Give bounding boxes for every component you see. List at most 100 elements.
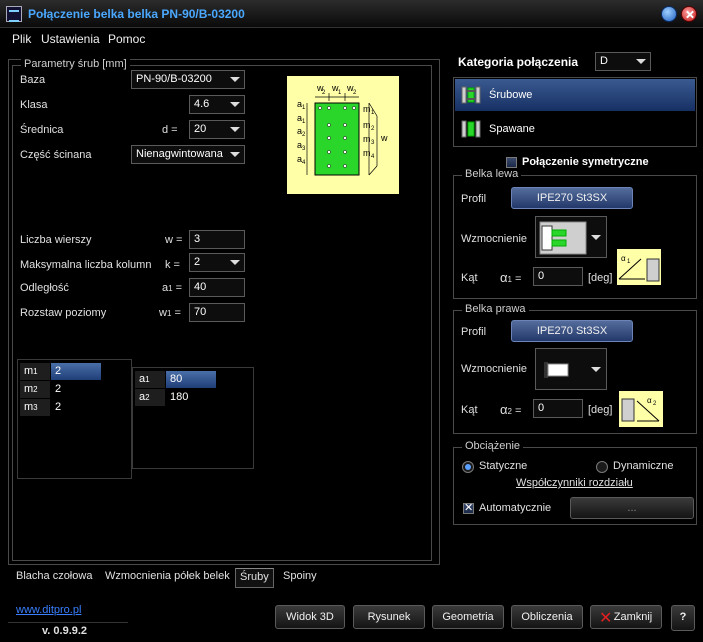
chevron-down-icon: [230, 260, 240, 265]
menu-plik[interactable]: Plik: [12, 32, 31, 46]
auto-settings-button[interactable]: ...: [570, 497, 694, 519]
m-table-cell[interactable]: 2: [51, 363, 101, 380]
title-bar: Połączenie belka belka PN-90/B-03200: [0, 0, 703, 28]
menu-bar: Plik Ustawienia Pomoc: [0, 28, 703, 48]
svg-text:3: 3: [302, 146, 306, 152]
menu-pomoc[interactable]: Pomoc: [108, 32, 145, 46]
help-button[interactable]: ?: [671, 605, 695, 631]
diagram-label-m1: m: [363, 104, 371, 114]
wzmocnienie-left-select[interactable]: [535, 216, 607, 258]
obliczenia-button[interactable]: Obliczenia: [511, 605, 583, 629]
wiersze-label: Liczba wierszy: [20, 234, 92, 246]
automatycznie-label: Automatycznie: [479, 502, 552, 514]
m-table-cell[interactable]: 2: [51, 399, 101, 416]
m-table[interactable]: m1 2 m2 2 m3 2: [17, 359, 132, 479]
profil-right-label: Profil: [461, 326, 487, 338]
chevron-down-icon: [591, 235, 601, 240]
wiersze-input[interactable]: 3: [189, 230, 245, 249]
dynamiczne-label: Dynamiczne: [613, 460, 674, 472]
geometria-button[interactable]: Geometria: [432, 605, 504, 629]
zamknij-label: Zamknij: [613, 611, 653, 623]
srednica-symbol: d =: [162, 124, 178, 136]
m-table-header: m2: [20, 381, 50, 398]
wzmocnienie-right-select[interactable]: [535, 348, 607, 390]
dynamiczne-radio[interactable]: [596, 461, 608, 473]
czesc-label: Część ścinana: [20, 149, 92, 161]
angle-right-diagram: α2: [619, 391, 663, 427]
widok-3d-button[interactable]: Widok 3D: [275, 605, 345, 629]
a-table-header: a1: [135, 371, 165, 388]
srednica-select[interactable]: 20: [189, 120, 245, 139]
kat-left-unit: [deg]: [588, 272, 613, 284]
svg-text:1: 1: [302, 119, 306, 125]
odleglosc-symbol: a1 =: [162, 282, 183, 294]
obciazenie-group: Obciążenie Statyczne Dynamiczne Współczy…: [453, 440, 697, 525]
czesc-select[interactable]: Nienagwintowana: [131, 145, 245, 164]
chevron-down-icon: [230, 102, 240, 107]
category-select[interactable]: D: [595, 52, 651, 71]
obciazenie-title: Obciążenie: [462, 440, 524, 452]
tab-wzmocnienia[interactable]: Wzmocnienia półek belek: [105, 570, 230, 582]
stiffener-icon: [539, 221, 587, 255]
klasa-select[interactable]: 4.6: [189, 95, 245, 114]
version-label: v. 0.9.9.2: [8, 622, 128, 639]
angle-right-sub: 2: [653, 401, 657, 407]
angle-left-diagram: α1: [617, 249, 661, 285]
connection-type-list: Śrubowe Spawane: [453, 77, 697, 147]
angle-left-symbol: α: [621, 254, 626, 263]
symmetric-checkbox[interactable]: [506, 157, 517, 168]
a-table[interactable]: a1 80 a2 180: [132, 367, 254, 469]
odleglosc-input[interactable]: 40: [189, 278, 245, 297]
m-table-cell[interactable]: 2: [51, 381, 101, 398]
diagram-label-m2: m: [363, 120, 371, 130]
profil-right-button[interactable]: IPE270 St3SX: [511, 320, 633, 342]
belka-lewa-title: Belka lewa: [462, 168, 522, 180]
website-link[interactable]: www.ditpro.pl: [16, 604, 81, 616]
no-stiffener-icon: [544, 362, 569, 378]
angle-left-sub: 1: [627, 259, 631, 265]
kat-right-input[interactable]: 0: [533, 399, 583, 418]
list-item-spawane[interactable]: Spawane: [455, 113, 695, 145]
list-item-srubowe[interactable]: Śrubowe: [455, 79, 695, 111]
m-table-header: m3: [20, 399, 50, 416]
kolumny-select[interactable]: 2: [189, 253, 245, 272]
a-table-cell[interactable]: 180: [166, 389, 216, 406]
minimize-button[interactable]: [661, 6, 677, 22]
rozstaw-input[interactable]: 70: [189, 303, 245, 322]
bolt-params-group: Parametry śrub [mm] Baza PN-90/B-03200 K…: [12, 58, 432, 561]
rysunek-button[interactable]: Rysunek: [353, 605, 425, 629]
profil-left-button[interactable]: IPE270 St3SX: [511, 187, 633, 209]
app-icon: [6, 6, 22, 22]
symmetric-label: Połączenie symetryczne: [522, 156, 649, 168]
tab-blacha[interactable]: Blacha czołowa: [16, 570, 92, 582]
svg-text:1: 1: [302, 105, 306, 111]
wspolczynniki-link[interactable]: Współczynniki rozdziału: [516, 477, 633, 489]
welded-icon: [461, 120, 481, 138]
close-window-button[interactable]: [681, 6, 697, 22]
tab-sruby[interactable]: Śruby: [235, 568, 274, 588]
tab-spoiny[interactable]: Spoiny: [283, 570, 317, 582]
baza-select[interactable]: PN-90/B-03200: [131, 70, 245, 89]
srubowe-label: Śrubowe: [489, 89, 533, 101]
kat-left-symbol: α1 =: [500, 270, 522, 285]
kat-left-input[interactable]: 0: [533, 267, 583, 286]
statyczne-radio[interactable]: [462, 461, 474, 473]
chevron-down-icon: [636, 59, 646, 64]
czesc-value: Nienagwintowana: [136, 148, 223, 160]
belka-prawa-title: Belka prawa: [462, 303, 529, 315]
svg-text:1: 1: [338, 90, 342, 96]
zamknij-button[interactable]: ✕ Zamknij: [590, 605, 662, 629]
srednica-label: Średnica: [20, 124, 64, 136]
rozstaw-symbol: w1 =: [159, 307, 181, 319]
kolumny-label: Maksymalna liczba kolumn: [20, 259, 152, 271]
angle-right-icon: α2: [621, 396, 660, 422]
automatycznie-checkbox[interactable]: [463, 501, 474, 514]
rozstaw-label: Rozstaw poziomy: [20, 307, 107, 319]
menu-ustawienia[interactable]: Ustawienia: [41, 32, 100, 46]
kat-right-symbol: α2 =: [500, 402, 522, 417]
a-table-cell[interactable]: 80: [166, 371, 216, 388]
profil-left-label: Profil: [461, 193, 487, 205]
kat-right-label: Kąt: [461, 404, 478, 416]
bolts-panel: Parametry śrub [mm] Baza PN-90/B-03200 K…: [8, 58, 440, 565]
close-icon: ✕: [599, 610, 613, 627]
